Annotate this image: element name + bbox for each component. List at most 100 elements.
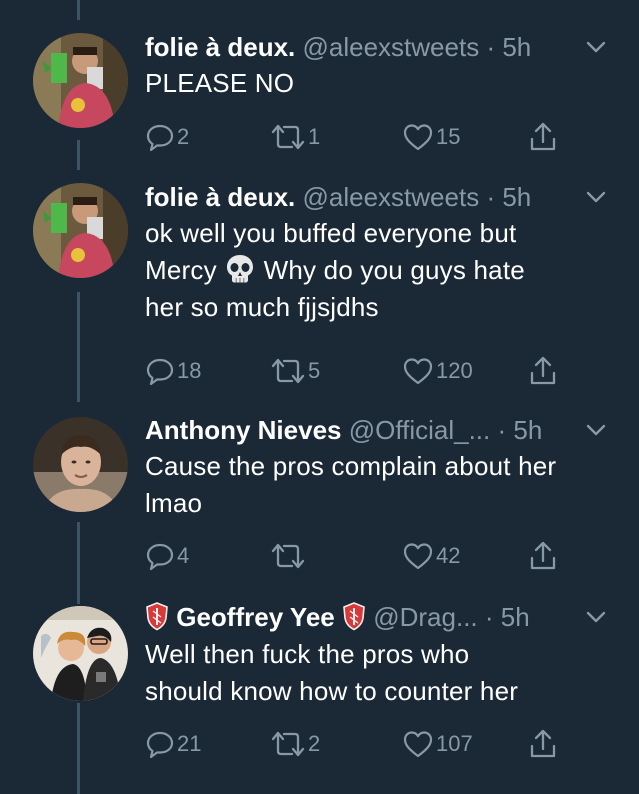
- share-icon: [530, 729, 556, 758]
- tweet-text-fragment: Mercy: [145, 255, 217, 285]
- share-icon: [530, 122, 556, 151]
- avatar[interactable]: [33, 33, 128, 128]
- tweet-1[interactable]: folie à deux. @aleexstweets · 5h PLEASE …: [0, 0, 639, 170]
- tweet-header: folie à deux. @aleexstweets · 5h: [145, 30, 609, 64]
- shield-badge-icon: [343, 602, 365, 631]
- retweet-button[interactable]: 5: [270, 354, 320, 388]
- reply-icon: [146, 124, 174, 152]
- separator-dot: ·: [484, 602, 494, 632]
- avatar[interactable]: [33, 417, 128, 512]
- skull-icon: [227, 255, 254, 283]
- user-handle[interactable]: @aleexstweets: [303, 182, 480, 212]
- heart-icon: [403, 124, 433, 151]
- tweet-text: PLEASE NO: [145, 68, 295, 98]
- user-handle[interactable]: @Official_...: [349, 415, 491, 445]
- separator-dot: ·: [486, 182, 496, 212]
- avatar[interactable]: [33, 183, 128, 278]
- share-button[interactable]: [528, 354, 558, 388]
- timestamp[interactable]: 5h: [501, 602, 530, 632]
- avatar[interactable]: [33, 606, 128, 701]
- retweet-count: 2: [308, 731, 321, 756]
- profile-photo: [33, 417, 128, 512]
- tweet-text-line: lmao: [145, 488, 203, 518]
- reply-icon: [146, 543, 174, 571]
- display-name[interactable]: Anthony Nieves: [145, 415, 342, 445]
- timestamp[interactable]: 5h: [513, 415, 542, 445]
- retweet-icon: [271, 358, 305, 384]
- like-button[interactable]: 107: [402, 727, 473, 761]
- like-count: 107: [436, 731, 473, 756]
- tweet-text-line: Well then fuck the pros who: [145, 639, 470, 669]
- reply-button[interactable]: 4: [145, 539, 189, 573]
- share-button[interactable]: [528, 120, 558, 154]
- reply-count: 2: [177, 124, 190, 149]
- reply-count: 21: [177, 731, 202, 756]
- user-handle[interactable]: @Drag...: [373, 602, 477, 632]
- thread-connector: [77, 140, 80, 170]
- shield-badge-icon: [146, 602, 168, 631]
- timestamp[interactable]: 5h: [502, 32, 531, 62]
- tweet-text-line: ok well you buffed everyone but: [145, 218, 517, 248]
- share-button[interactable]: [528, 539, 558, 573]
- heart-icon: [403, 543, 433, 570]
- chevron-down-icon[interactable]: [583, 604, 609, 630]
- profile-photo: [33, 33, 128, 128]
- tweet-header: Geoffrey Yee @Drag... · 5h: [145, 600, 609, 634]
- retweet-icon: [271, 731, 305, 757]
- tweet-header: folie à deux. @aleexstweets · 5h: [145, 180, 609, 214]
- tweet-2[interactable]: folie à deux. @aleexstweets · 5h ok well…: [0, 170, 639, 400]
- share-icon: [530, 356, 556, 385]
- like-count: 42: [436, 543, 461, 568]
- thread-connector: [77, 292, 80, 402]
- separator-dot: ·: [486, 32, 496, 62]
- reply-button[interactable]: 2: [145, 120, 189, 154]
- tweet-4[interactable]: Geoffrey Yee @Drag... · 5h Well then fuc…: [0, 590, 639, 794]
- tweet-text: Cause the pros complain about her lmao: [145, 448, 615, 522]
- reply-icon: [146, 731, 174, 759]
- heart-icon: [403, 731, 433, 758]
- retweet-count: 1: [308, 124, 321, 149]
- timestamp[interactable]: 5h: [502, 182, 531, 212]
- tweet-actions: 18 5 120: [145, 354, 575, 388]
- profile-photo: [33, 183, 128, 278]
- tweet-text-line: her so much fjjsjdhs: [145, 292, 379, 322]
- tweet-text-line: should know how to counter her: [145, 676, 519, 706]
- display-name[interactable]: folie à deux.: [145, 32, 295, 62]
- like-button[interactable]: 120: [402, 354, 473, 388]
- profile-photo: [33, 606, 128, 701]
- chevron-down-icon[interactable]: [583, 184, 609, 210]
- thread-connector-bottom: [77, 703, 80, 794]
- reply-button[interactable]: 18: [145, 354, 201, 388]
- like-button[interactable]: 42: [402, 539, 460, 573]
- chevron-down-icon[interactable]: [583, 34, 609, 60]
- like-button[interactable]: 15: [402, 120, 460, 154]
- tweet-3[interactable]: Anthony Nieves @Official_... · 5h Cause …: [0, 400, 639, 590]
- retweet-icon: [271, 543, 305, 569]
- like-count: 15: [436, 124, 461, 149]
- reply-button[interactable]: 21: [145, 727, 201, 761]
- retweet-button[interactable]: 2: [270, 727, 320, 761]
- user-handle[interactable]: @aleexstweets: [303, 32, 480, 62]
- tweet-actions: 2 1 15: [145, 120, 575, 154]
- tweet-text-fragment: Why do you guys hate: [263, 255, 525, 285]
- tweet-header: Anthony Nieves @Official_... · 5h: [145, 413, 609, 447]
- tweet-text-line: Cause the pros complain about her: [145, 451, 557, 481]
- tweet-text: Well then fuck the pros who should know …: [145, 636, 615, 710]
- tweet-text-line: Mercy Why do you guys hate: [145, 252, 615, 289]
- tweet-actions: 21 2 107: [145, 727, 575, 761]
- reply-count: 4: [177, 543, 190, 568]
- heart-icon: [403, 358, 433, 385]
- reply-count: 18: [177, 358, 202, 383]
- display-name[interactable]: Geoffrey Yee: [176, 602, 335, 632]
- retweet-button[interactable]: [270, 539, 308, 573]
- reply-icon: [146, 358, 174, 386]
- separator-dot: ·: [497, 415, 507, 445]
- retweet-count: 5: [308, 358, 321, 383]
- share-button[interactable]: [528, 727, 558, 761]
- tweet-text: ok well you buffed everyone but Mercy Wh…: [145, 215, 615, 326]
- chevron-down-icon[interactable]: [583, 417, 609, 443]
- retweet-button[interactable]: 1: [270, 120, 320, 154]
- tweet-actions: 4 42: [145, 539, 575, 573]
- display-name[interactable]: folie à deux.: [145, 182, 295, 212]
- like-count: 120: [436, 358, 473, 383]
